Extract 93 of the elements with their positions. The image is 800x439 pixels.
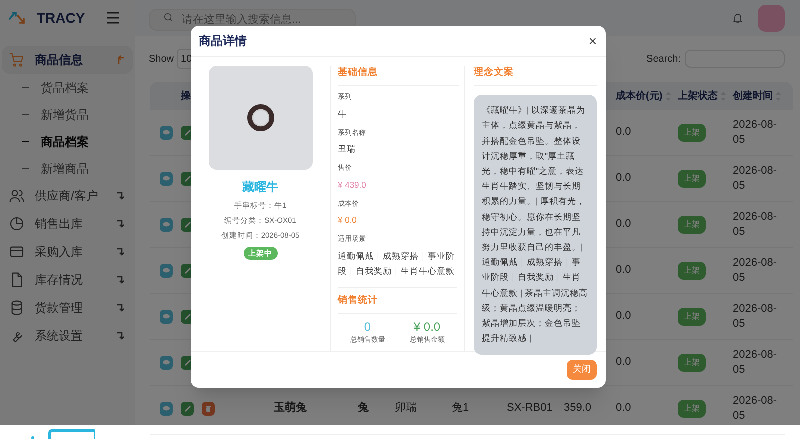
expand-arrow-icon [116,219,126,229]
sidebar-item[interactable]: 系统设置 [2,322,133,350]
users-icon [9,188,25,204]
table-cell-text: 0.0 [616,125,632,140]
table-cell-text: 359.0 [564,401,592,416]
brand-name: TRACY [37,8,86,28]
table-cell-text: 2026-08-05 [733,256,778,286]
cart-icon [9,52,25,68]
sidebar-item[interactable]: 库存情况 [2,266,133,294]
eye-icon [163,360,170,365]
expand-arrow-icon [116,303,126,313]
sidebar-subitem[interactable]: 商品档案 [0,128,135,155]
search-icon [163,12,174,23]
status-badge: 上架 [678,170,706,188]
column-header[interactable]: 创建时间 [733,88,773,104]
table-cell-text: 兔 [358,401,369,416]
concept-text: 《藏曜牛》| 以深邃茶晶为主体，点缀黄晶与紫晶，并搭配金色吊坠。整体设计沉稳厚重，取"厚土藏光，稳中有曜"之意，表达生肖牛踏实、坚韧与长期积累的力量。| 厚积有光，稳守初心。愿你在长期坚持中沉淀力量，也在平凡努力里收获自己的丰盈。| 通勤佩戴｜成熟穿搭｜事业阶段｜自我奖励｜生肖牛心意款 | 茶晶主调沉稳高级；黄晶点缀温暖明亮；紫晶增加层次；金色吊坠提升精致感 | [474,95,597,354]
field-value: 丑瑞 [338,143,357,156]
collapse-arrow-icon [116,55,126,65]
table-cell-text: 0.0 [616,309,632,324]
table-cell-text: 兔1 [452,401,470,416]
sidebar-subitem[interactable]: 新增货品 [0,101,135,128]
column-header[interactable]: 上架状态 [678,88,718,104]
sidebar-item[interactable]: 货款管理 [2,294,133,322]
expand-arrow-icon [116,331,126,341]
stat-value: ¥ 0.0 [414,319,441,336]
table-cell-text: SX-RB01 [507,401,553,416]
field-value: ¥ 439.0 [338,178,368,192]
eye-icon [163,222,170,227]
table-cell-text: 2026-08-05 [733,210,778,240]
expand-arrow-icon [116,275,126,285]
sidebar-subitem[interactable]: 货品档案 [0,74,135,101]
status-badge: 上架 [678,308,706,326]
avatar[interactable] [758,4,785,32]
table-cell-text: 0.0 [616,263,632,278]
section-title: 理念文案 [474,66,597,86]
field-value: 牛 [338,108,348,121]
sidebar-item[interactable]: 采购入库 [2,238,133,266]
eye-icon [163,314,170,319]
eye-icon [163,176,170,181]
card-icon [9,244,25,260]
pie-chart-icon [9,216,25,232]
delete-button[interactable] [202,402,215,416]
column-header[interactable]: 操 [181,88,191,104]
status-badge: 上架 [678,354,706,372]
search-label: Search: [646,52,681,66]
status-badge: 上架 [678,124,706,142]
table-cell-text: 0.0 [616,355,632,370]
eye-icon [163,406,170,411]
stat-value: 0 [364,319,372,336]
table-cell-text: 卯瑞 [395,401,417,416]
status-badge: 上架 [678,262,706,280]
view-button[interactable] [160,356,173,370]
close-dialog-button[interactable]: 关闭 [567,360,597,380]
expand-arrow-icon [116,191,126,201]
trash-icon [206,406,211,412]
table-cell-text: 2026-08-05 [733,394,778,424]
section-title: 销售统计 [338,286,457,314]
close-button[interactable]: × [588,34,597,48]
eye-icon [163,268,170,273]
view-button[interactable] [160,172,173,186]
status-badge: 上架 [678,216,706,234]
eye-icon [163,130,170,135]
sidebar-item[interactable]: 商品信息 [2,46,133,74]
dialog-title: 商品详情 [199,33,247,50]
section-title: 基础信息 [338,66,459,86]
field-value: 通勤佩戴｜成熟穿搭｜事业阶段｜自我奖励｜生肖牛心意款 [338,250,456,278]
database-icon [9,300,25,316]
table-cell-text: 2026-08-05 [733,118,778,148]
sidebar-item[interactable]: 供应商/客户 [2,182,133,210]
view-button[interactable] [160,264,173,278]
table-cell-text: 2026-08-05 [733,348,778,378]
view-button[interactable] [160,402,173,416]
table-cell-text: 0.0 [616,401,632,416]
table-cell-text: 0.0 [616,171,632,186]
show-label: Show [149,52,174,66]
expand-arrow-icon [116,247,126,257]
pencil-icon [184,406,190,412]
column-header[interactable]: 成本价(元) [616,88,663,104]
table-cell-text: 0.0 [616,217,632,232]
notification-button[interactable] [732,12,744,24]
status-badge: 上架 [678,400,706,418]
product-name: 藏曜牛 [242,179,278,196]
field-value: ¥ 0.0 [338,214,358,228]
view-button[interactable] [160,218,173,232]
menu-button[interactable] [106,12,120,24]
table-cell-text: 玉萌兔 [274,400,307,416]
sidebar-item[interactable]: 销售出库 [2,210,133,238]
view-button[interactable] [160,310,173,324]
view-button[interactable] [160,126,173,140]
table-cell-text: 2026-08-05 [733,302,778,332]
sidebar-subitem[interactable]: 新增商品 [0,155,135,182]
table-cell-text: 2026-08-05 [733,164,778,194]
